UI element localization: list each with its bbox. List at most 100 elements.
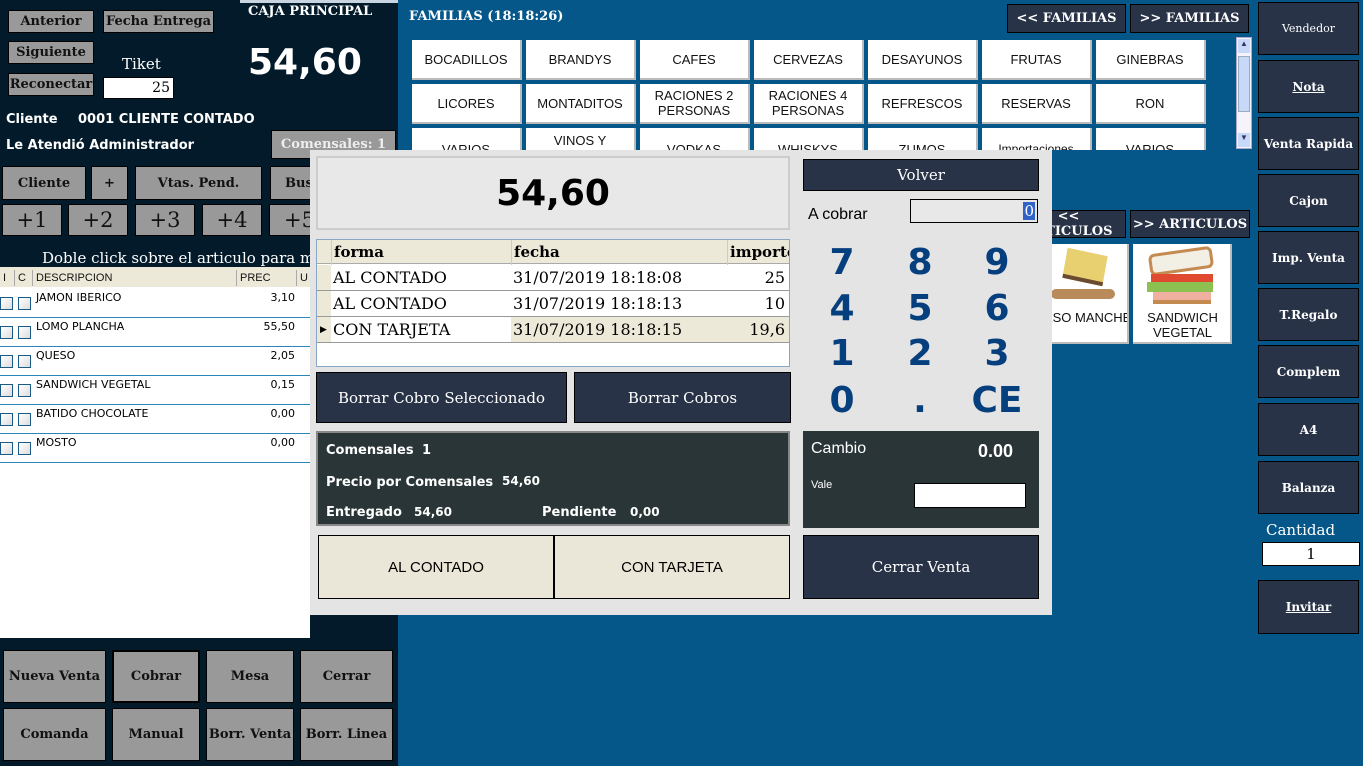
plus1-button[interactable]: +1 bbox=[2, 204, 62, 236]
familia-button[interactable]: CAFES bbox=[640, 40, 750, 80]
invitar-button[interactable]: Invitar bbox=[1258, 580, 1359, 634]
familia-button[interactable]: LICORES bbox=[412, 84, 522, 124]
payment-row[interactable]: ▶ CON TARJETA 31/07/2019 18:18:15 19,6 bbox=[317, 317, 789, 343]
volver-button[interactable]: Volver bbox=[803, 159, 1039, 191]
keypad-key[interactable]: 8 bbox=[885, 242, 955, 283]
table-row[interactable]: JAMON IBERICO 3,10 bbox=[0, 289, 310, 318]
familias-next-button[interactable]: >> FAMILIAS bbox=[1130, 4, 1249, 33]
fecha-entrega-button[interactable]: Fecha Entrega bbox=[103, 10, 214, 33]
al-contado-button[interactable]: AL CONTADO bbox=[318, 535, 554, 599]
t-regalo-button[interactable]: T.Regalo bbox=[1258, 288, 1359, 341]
checkbox-c[interactable] bbox=[18, 442, 31, 455]
con-tarjeta-button[interactable]: CON TARJETA bbox=[554, 535, 790, 599]
familia-button[interactable]: VODKAS bbox=[640, 128, 750, 150]
vtas-pend-button[interactable]: Vtas. Pend. bbox=[135, 166, 262, 200]
familia-button[interactable]: RESERVAS bbox=[982, 84, 1092, 124]
checkbox-c[interactable] bbox=[18, 384, 31, 397]
keypad-key[interactable]: 6 bbox=[962, 288, 1032, 329]
keypad-key[interactable]: 0 bbox=[807, 380, 877, 421]
nueva-venta-button[interactable]: Nueva Venta bbox=[3, 650, 106, 703]
scroll-down-icon[interactable]: ▼ bbox=[1238, 133, 1250, 147]
cliente-button[interactable]: Cliente bbox=[2, 166, 86, 200]
a4-button[interactable]: A4 bbox=[1258, 403, 1359, 456]
keypad-key[interactable]: 9 bbox=[962, 242, 1032, 283]
keypad-key[interactable]: . bbox=[885, 380, 955, 421]
checkbox-i[interactable] bbox=[0, 297, 13, 310]
anterior-button[interactable]: Anterior bbox=[8, 10, 94, 33]
familia-button[interactable]: FRUTAS bbox=[982, 40, 1092, 80]
table-row[interactable]: SANDWICH VEGETAL 0,15 bbox=[0, 376, 310, 405]
scroll-up-icon[interactable]: ▲ bbox=[1238, 39, 1250, 53]
add-button[interactable]: + bbox=[91, 166, 128, 200]
plus2-button[interactable]: +2 bbox=[68, 204, 128, 236]
checkbox-i[interactable] bbox=[0, 413, 13, 426]
borrar-cobro-seleccionado-button[interactable]: Borrar Cobro Seleccionado bbox=[316, 372, 567, 423]
siguiente-button[interactable]: Siguiente bbox=[8, 41, 94, 64]
borrar-cobros-button[interactable]: Borrar Cobros bbox=[574, 372, 791, 423]
checkbox-i[interactable] bbox=[0, 355, 13, 368]
reconectar-button[interactable]: Reconectar bbox=[8, 73, 94, 96]
plus4-button[interactable]: +4 bbox=[202, 204, 262, 236]
article-sandwich-vegetal[interactable]: SANDWICH VEGETAL bbox=[1133, 244, 1232, 344]
plus3-button[interactable]: +3 bbox=[135, 204, 195, 236]
familia-button[interactable]: RON bbox=[1096, 84, 1206, 124]
a-cobrar-input[interactable]: 0 bbox=[910, 199, 1038, 223]
familias-prev-button[interactable]: << FAMILIAS bbox=[1007, 4, 1126, 33]
payments-grid[interactable]: forma fecha importe AL CONTADO31/07/2019… bbox=[316, 239, 790, 367]
cantidad-input[interactable]: 1 bbox=[1262, 542, 1360, 566]
checkbox-c[interactable] bbox=[18, 413, 31, 426]
checkbox-i[interactable] bbox=[0, 326, 13, 339]
familia-button[interactable]: RACIONES 2 PERSONAS bbox=[640, 84, 750, 124]
keypad-key[interactable]: 1 bbox=[807, 333, 877, 374]
familia-button[interactable]: Importaciones bbox=[982, 128, 1092, 150]
payment-row[interactable]: AL CONTADO 31/07/2019 18:18:08 25 bbox=[317, 265, 789, 291]
checkbox-c[interactable] bbox=[18, 326, 31, 339]
familia-button[interactable]: MONTADITOS bbox=[526, 84, 636, 124]
familia-button[interactable]: CERVEZAS bbox=[754, 40, 864, 80]
keypad-key[interactable]: 5 bbox=[885, 288, 955, 329]
keypad-key[interactable]: 3 bbox=[962, 333, 1032, 374]
imp-venta-button[interactable]: Imp. Venta bbox=[1258, 231, 1359, 284]
cerrar-venta-button[interactable]: Cerrar Venta bbox=[803, 535, 1039, 599]
articulos-next-button[interactable]: >> ARTICULOS bbox=[1130, 210, 1250, 238]
familia-button[interactable]: ZUMOS bbox=[868, 128, 978, 150]
borr-linea-button[interactable]: Borr. Linea bbox=[300, 708, 393, 761]
payment-row[interactable]: AL CONTADO 31/07/2019 18:18:13 10 bbox=[317, 291, 789, 317]
checkbox-i[interactable] bbox=[0, 442, 13, 455]
scroll-thumb[interactable] bbox=[1238, 56, 1250, 112]
familia-button[interactable]: BOCADILLOS bbox=[412, 40, 522, 80]
comanda-button[interactable]: Comanda bbox=[3, 708, 106, 761]
familia-button[interactable]: DESAYUNOS bbox=[868, 40, 978, 80]
familia-button[interactable]: VINOS Y bbox=[526, 128, 636, 150]
checkbox-i[interactable] bbox=[0, 384, 13, 397]
familia-button[interactable]: VARIOS bbox=[1096, 128, 1206, 150]
table-row[interactable]: BATIDO CHOCOLATE 0,00 bbox=[0, 405, 310, 434]
cobrar-button[interactable]: Cobrar bbox=[112, 650, 200, 703]
tiket-input[interactable]: 25 bbox=[103, 77, 174, 99]
manual-button[interactable]: Manual bbox=[112, 708, 200, 761]
checkbox-c[interactable] bbox=[18, 355, 31, 368]
familias-scrollbar[interactable]: ▲ ▼ bbox=[1236, 37, 1252, 149]
familia-button[interactable]: GINEBRAS bbox=[1096, 40, 1206, 80]
article-queso-manchego[interactable]: QUESO MANCHEGO bbox=[1047, 244, 1129, 344]
checkbox-c[interactable] bbox=[18, 297, 31, 310]
familia-button[interactable]: BRANDYS bbox=[526, 40, 636, 80]
vendedor-button[interactable]: Vendedor bbox=[1258, 2, 1359, 55]
venta-rapida-button[interactable]: Venta Rapida bbox=[1258, 117, 1359, 170]
keypad-key[interactable]: CE bbox=[962, 380, 1032, 421]
table-row[interactable]: QUESO 2,05 bbox=[0, 347, 310, 376]
cerrar-button[interactable]: Cerrar bbox=[300, 650, 393, 703]
cajon-button[interactable]: Cajon bbox=[1258, 174, 1359, 227]
table-row[interactable]: MOSTO 0,00 bbox=[0, 434, 310, 463]
keypad-key[interactable]: 7 bbox=[807, 242, 877, 283]
borr-venta-button[interactable]: Borr. Venta bbox=[206, 708, 294, 761]
complem-button[interactable]: Complem bbox=[1258, 345, 1359, 398]
mesa-button[interactable]: Mesa bbox=[206, 650, 294, 703]
familia-button[interactable]: WHISKYS bbox=[754, 128, 864, 150]
keypad-key[interactable]: 2 bbox=[885, 333, 955, 374]
nota-button[interactable]: Nota bbox=[1258, 60, 1359, 113]
familia-button[interactable]: VARIOS bbox=[412, 128, 522, 150]
vale-input[interactable] bbox=[914, 483, 1026, 508]
familia-button[interactable]: RACIONES 4 PERSONAS bbox=[754, 84, 864, 124]
familia-button[interactable]: REFRESCOS bbox=[868, 84, 978, 124]
